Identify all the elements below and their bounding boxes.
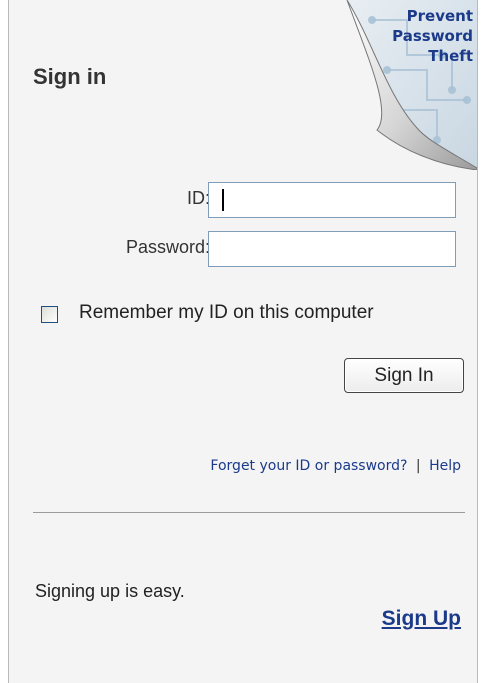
forgot-id-password-link[interactable]: Forget your ID or password? [210, 458, 407, 474]
remember-id-label[interactable]: Remember my ID on this computer [79, 302, 374, 324]
page-title: Sign in [33, 64, 107, 89]
link-separator: | [415, 458, 421, 474]
help-link[interactable]: Help [429, 458, 461, 474]
prevent-password-theft-link[interactable]: Prevent Password Theft [392, 6, 473, 66]
promo-line-1: Prevent [406, 7, 473, 25]
id-label: ID: [186, 188, 210, 208]
text-cursor [222, 189, 224, 211]
divider [33, 512, 465, 513]
password-input[interactable] [208, 231, 456, 267]
id-input[interactable] [208, 182, 456, 218]
signin-panel: Prevent Password Theft Sign in ID: Passw… [8, 0, 478, 683]
remember-id-checkbox[interactable] [41, 306, 58, 323]
sign-up-link[interactable]: Sign Up [382, 607, 461, 631]
password-label: Password: [125, 237, 210, 257]
sign-in-button[interactable]: Sign In [344, 358, 464, 393]
signup-prompt: Signing up is easy. [35, 581, 185, 601]
promo-line-2: Password [392, 27, 473, 45]
promo-line-3: Theft [428, 47, 473, 65]
help-links: Forget your ID or password? | Help [210, 458, 461, 474]
